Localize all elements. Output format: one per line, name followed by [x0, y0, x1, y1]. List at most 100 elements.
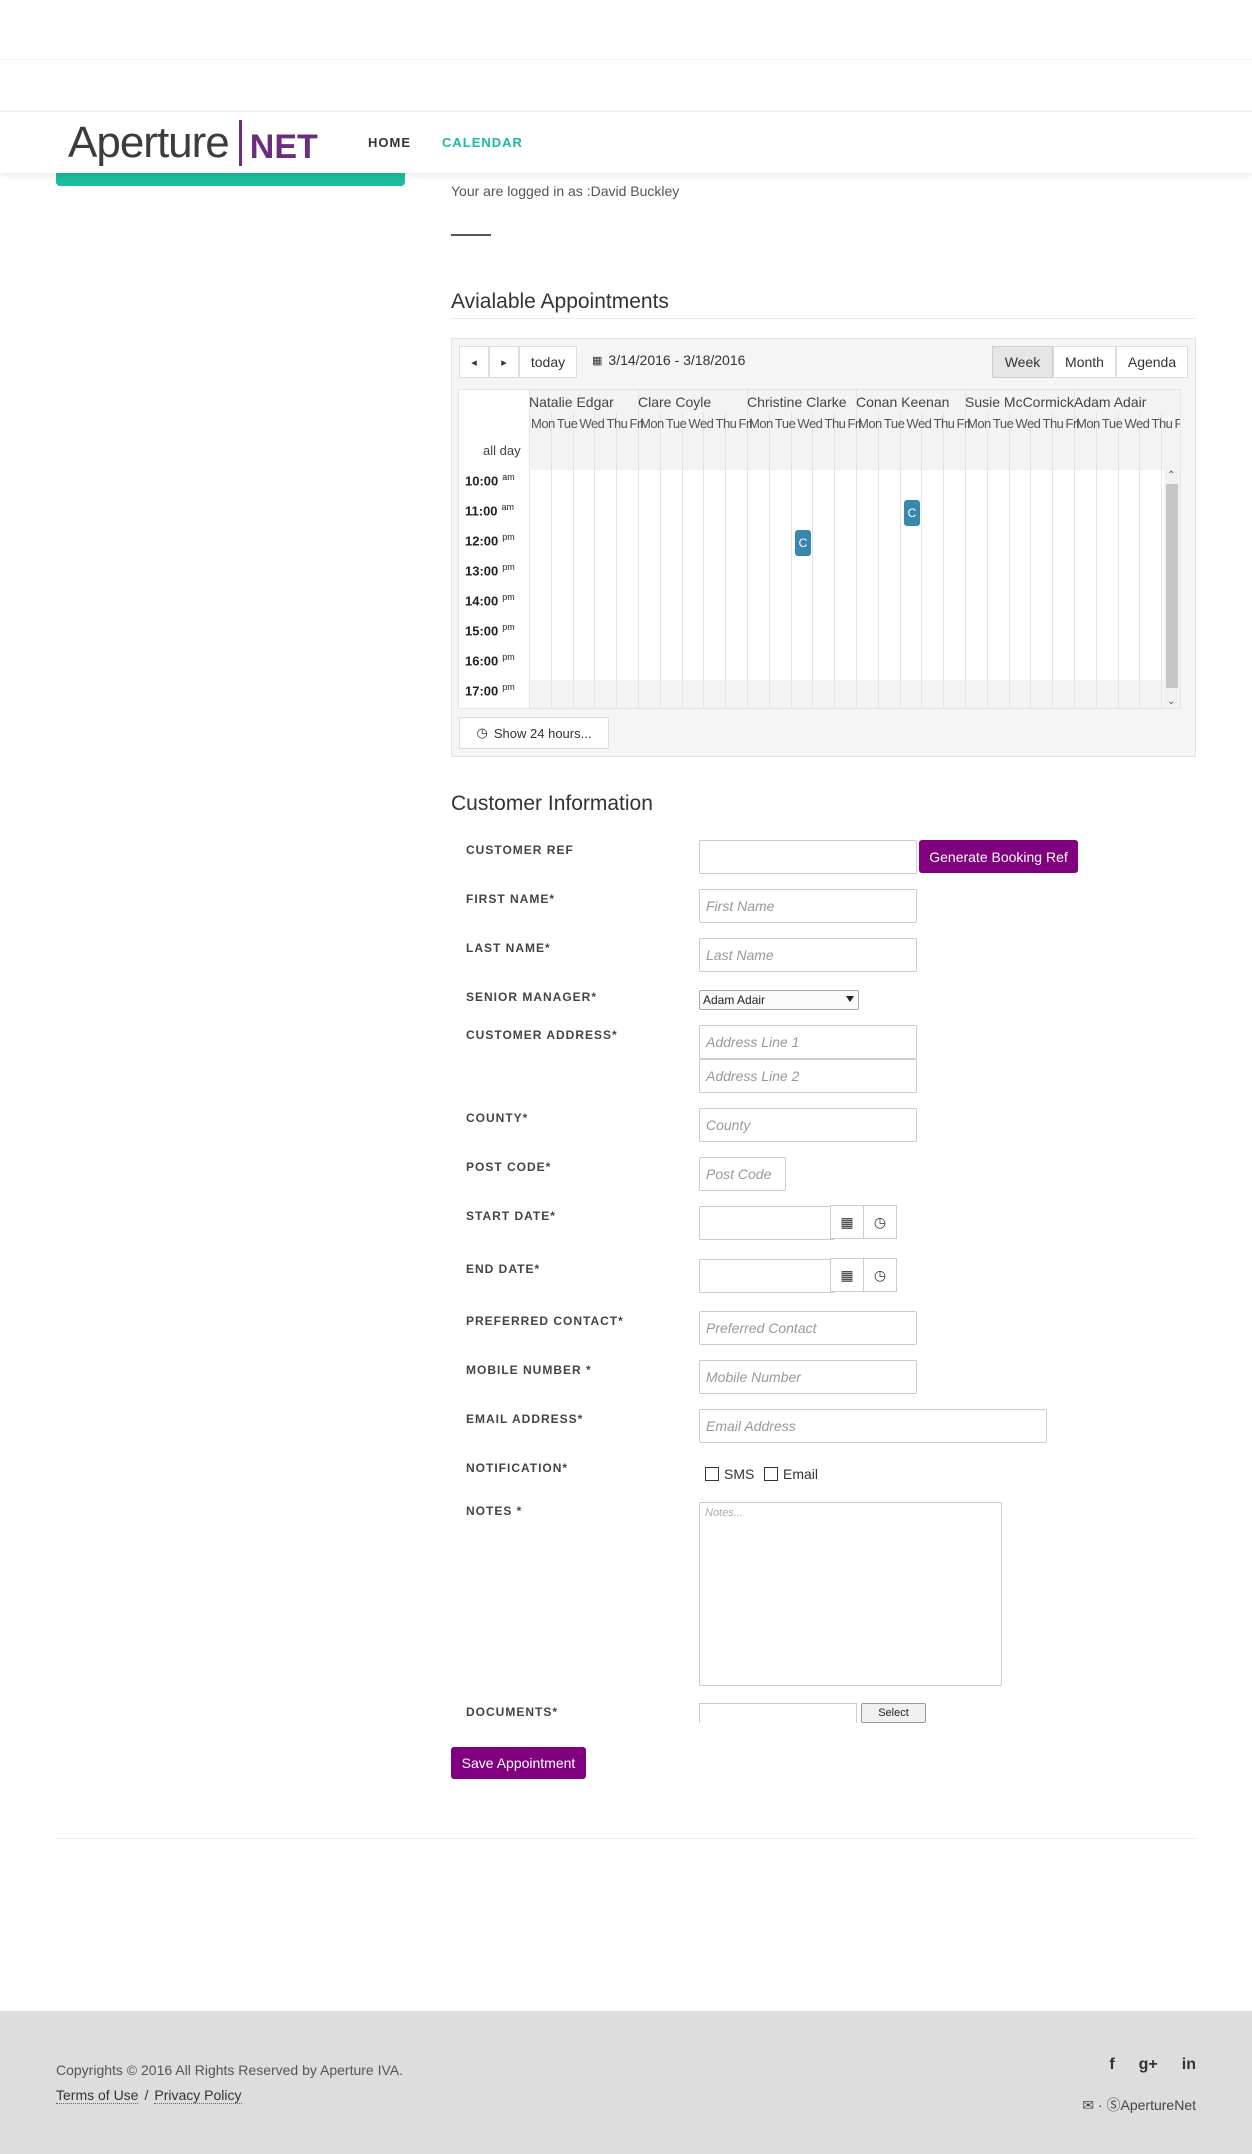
grid-line — [943, 412, 944, 708]
customer-ref-label: CUSTOMER REF — [466, 843, 574, 857]
address-line-1-input[interactable]: Address Line 1 — [699, 1025, 917, 1059]
grid-line — [769, 412, 770, 708]
calendar-scrollbar[interactable]: ⌃ ⌄ — [1164, 470, 1180, 708]
grid-line — [594, 412, 595, 708]
navbar: Aperture NET HOME CALENDAR — [0, 111, 1252, 173]
facebook-icon[interactable]: f — [1109, 2056, 1114, 2074]
time-hour: 12:00 — [465, 533, 499, 549]
mobile-number-input[interactable]: Mobile Number — [699, 1360, 917, 1394]
chevron-down-icon — [846, 996, 854, 1002]
nav-home[interactable]: HOME — [368, 135, 411, 150]
time-hour: 17:00 — [465, 683, 499, 699]
clock-icon: ◷ — [476, 725, 488, 740]
time-slot: 13:00 pm — [465, 562, 515, 578]
checkbox-box[interactable] — [705, 1467, 719, 1481]
day-header: Mon Tue Wed Thu Fri — [1076, 416, 1181, 431]
grid-line — [638, 390, 639, 708]
prev-button[interactable]: ◂ — [459, 346, 489, 378]
time-hour: 16:00 — [465, 653, 499, 669]
county-input[interactable]: County — [699, 1108, 917, 1142]
terms-link[interactable]: Terms of Use — [56, 2087, 139, 2104]
appointment-event[interactable]: C — [904, 500, 920, 526]
time-period: am — [501, 502, 515, 512]
grid-line — [965, 390, 966, 708]
grid-line — [921, 412, 922, 708]
next-button[interactable]: ▸ — [489, 346, 519, 378]
day-header: Mon Tue Wed Thu Fri — [531, 416, 644, 431]
customer-ref-input[interactable] — [699, 840, 917, 874]
grid-line — [1009, 412, 1010, 708]
grid-line — [1118, 412, 1119, 708]
grid-line — [703, 412, 704, 708]
scroll-up-icon[interactable]: ⌃ — [1167, 470, 1175, 481]
grid-line — [1030, 412, 1031, 708]
date-range-text: 3/14/2016 - 3/18/2016 — [608, 352, 746, 368]
month-view-button[interactable]: Month — [1053, 346, 1116, 378]
time-period: pm — [502, 592, 515, 602]
time-period: pm — [502, 622, 515, 632]
first-name-input[interactable]: First Name — [699, 889, 917, 923]
grid-footer-row — [529, 680, 1180, 708]
appointments-heading: Avialable Appointments — [451, 290, 669, 313]
date-range: ▦ 3/14/2016 - 3/18/2016 — [592, 352, 745, 368]
logo-net: NET — [249, 127, 318, 166]
notes-textarea[interactable]: Notes... — [699, 1502, 1002, 1686]
calendar-icon[interactable]: ▦ — [830, 1205, 864, 1239]
privacy-link[interactable]: Privacy Policy — [154, 2087, 242, 2104]
appointment-event[interactable]: C — [795, 530, 811, 556]
footer: Copyrights © 2016 All Rights Reserved by… — [0, 2011, 1252, 2154]
start-date-input[interactable] — [699, 1206, 835, 1240]
time-hour: 15:00 — [465, 623, 499, 639]
scroll-down-icon[interactable]: ⌄ — [1167, 696, 1175, 707]
save-appointment-button[interactable]: Save Appointment — [451, 1747, 586, 1779]
linkedin-icon[interactable]: in — [1182, 2056, 1196, 2074]
show-24-hours-button[interactable]: ◷ Show 24 hours... — [459, 717, 609, 749]
email-address-input[interactable]: Email Address — [699, 1409, 1047, 1443]
resource-name: Clare Coyle — [638, 394, 712, 410]
generate-booking-ref-button[interactable]: Generate Booking Ref — [919, 840, 1078, 873]
logo-divider — [238, 120, 242, 166]
time-period: pm — [502, 562, 515, 572]
grid-line — [1161, 412, 1162, 708]
end-date-label: END DATE* — [466, 1262, 541, 1276]
week-view-button[interactable]: Week — [992, 346, 1053, 378]
post-code-input[interactable]: Post Code — [699, 1157, 786, 1191]
calendar-icon[interactable]: ▦ — [830, 1258, 864, 1292]
today-button[interactable]: today — [519, 346, 577, 378]
preferred-contact-input[interactable]: Preferred Contact — [699, 1311, 917, 1345]
start-date-label: START DATE* — [466, 1209, 556, 1223]
select-file-button[interactable]: Select — [861, 1703, 926, 1723]
sms-checkbox[interactable]: SMS — [705, 1466, 754, 1482]
senior-manager-select[interactable]: Adam Adair — [699, 990, 859, 1010]
footer-contact[interactable]: ✉ · ⓈApertureNet — [1082, 2095, 1196, 2115]
copyright-text: Copyrights © 2016 All Rights Reserved by… — [56, 2062, 404, 2078]
checkbox-box[interactable] — [764, 1467, 778, 1481]
notes-label: NOTES * — [466, 1504, 523, 1518]
clock-icon[interactable]: ◷ — [863, 1258, 897, 1292]
google-plus-icon[interactable]: g+ — [1139, 2056, 1158, 2074]
day-header: Mon Tue Wed Thu Fri — [967, 416, 1080, 431]
resource-name: Adam Adair — [1074, 394, 1147, 410]
clock-icon[interactable]: ◷ — [863, 1205, 897, 1239]
next-icon: ▸ — [501, 356, 507, 369]
prev-icon: ◂ — [471, 356, 477, 369]
last-name-input[interactable]: Last Name — [699, 938, 917, 972]
footer-links: Terms of Use / Privacy Policy — [56, 2087, 242, 2104]
agenda-view-button[interactable]: Agenda — [1116, 346, 1188, 378]
time-slot: 10:00 am — [465, 472, 515, 488]
documents-file-input[interactable] — [699, 1703, 857, 1723]
time-period: pm — [502, 652, 515, 662]
grid-line — [747, 390, 748, 708]
preferred-contact-label: PREFERRED CONTACT* — [466, 1314, 624, 1328]
logged-in-text: Your are logged in as :David Buckley — [451, 183, 680, 199]
scroll-thumb[interactable] — [1166, 484, 1178, 688]
nav-calendar[interactable]: CALENDAR — [442, 135, 523, 150]
logo[interactable]: Aperture NET — [68, 118, 318, 168]
email-checkbox[interactable]: Email — [764, 1466, 818, 1482]
end-date-input[interactable] — [699, 1259, 835, 1293]
grid-line — [616, 412, 617, 708]
time-slot: 14:00 pm — [465, 592, 515, 608]
senior-manager-value: Adam Adair — [703, 993, 766, 1007]
grid-line — [1139, 412, 1140, 708]
address-line-2-input[interactable]: Address Line 2 — [699, 1059, 917, 1093]
